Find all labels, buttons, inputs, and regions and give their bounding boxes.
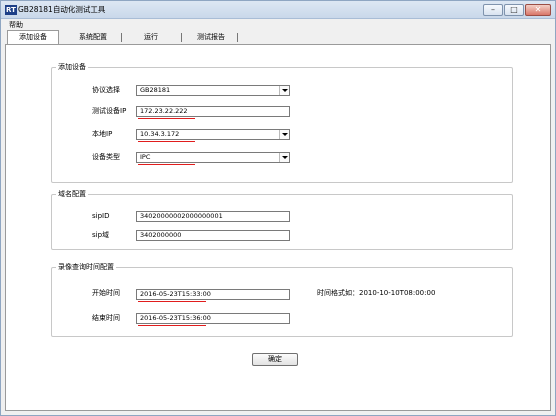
group-title: 录像查询时间配置 [56, 263, 116, 272]
sip-domain-label: sip域 [92, 231, 110, 239]
menu-bar: 帮助 [1, 19, 555, 31]
protocol-label: 协议选择 [92, 86, 120, 94]
tab-panel-add-device: 添加设备 协议选择 GB28181 测试设备IP 172.23.22.222 本… [5, 44, 551, 411]
highlight-underline [138, 141, 195, 142]
device-type-select[interactable]: IPC [136, 152, 290, 163]
title-bar[interactable]: RT GB28181自动化测试工具 – □ ✕ [1, 1, 555, 19]
start-time-input[interactable]: 2016-05-23T15:33:00 [136, 289, 290, 300]
highlight-underline [138, 164, 195, 165]
window-controls: – □ ✕ [482, 4, 551, 16]
tab-separator [181, 33, 182, 42]
app-window: RT GB28181自动化测试工具 – □ ✕ 帮助 添加设备 系统配置 运行 … [0, 0, 556, 416]
device-type-label: 设备类型 [92, 153, 120, 161]
device-type-value: IPC [140, 153, 151, 161]
group-record-query-time: 录像查询时间配置 开始时间 2016-05-23T15:33:00 时间格式如：… [51, 263, 513, 337]
confirm-button[interactable]: 确定 [252, 353, 298, 366]
menu-help[interactable]: 帮助 [9, 20, 23, 30]
close-button[interactable]: ✕ [525, 4, 551, 16]
local-ip-select[interactable]: 10.34.3.172 [136, 129, 290, 140]
group-domain-config: 域名配置 sipID 34020000002000000001 sip域 340… [51, 190, 513, 250]
protocol-select[interactable]: GB28181 [136, 85, 290, 96]
sip-domain-input[interactable]: 3402000000 [136, 230, 290, 241]
tab-separator [237, 33, 238, 42]
protocol-value: GB28181 [140, 86, 171, 94]
group-add-device: 添加设备 协议选择 GB28181 测试设备IP 172.23.22.222 本… [51, 63, 513, 183]
chevron-down-icon[interactable] [279, 130, 289, 139]
local-ip-value: 10.34.3.172 [140, 130, 180, 138]
test-device-ip-input[interactable]: 172.23.22.222 [136, 106, 290, 117]
tab-run[interactable]: 运行 [129, 31, 173, 44]
tab-add-device[interactable]: 添加设备 [7, 30, 59, 44]
chevron-down-icon[interactable] [279, 153, 289, 162]
tab-separator [121, 33, 122, 42]
chevron-down-icon[interactable] [279, 86, 289, 95]
tab-test-report[interactable]: 测试报告 [189, 31, 233, 44]
local-ip-label: 本地IP [92, 130, 113, 138]
highlight-underline [138, 325, 206, 326]
maximize-button[interactable]: □ [504, 4, 524, 16]
start-time-label: 开始时间 [92, 289, 120, 297]
sip-id-input[interactable]: 34020000002000000001 [136, 211, 290, 222]
group-title: 域名配置 [56, 190, 88, 199]
highlight-underline [138, 301, 206, 302]
tab-system-config[interactable]: 系统配置 [65, 31, 121, 44]
end-time-label: 结束时间 [92, 314, 120, 322]
minimize-button[interactable]: – [483, 4, 503, 16]
time-format-hint: 时间格式如：2010-10-10T08:00:00 [317, 289, 436, 297]
end-time-input[interactable]: 2016-05-23T15:36:00 [136, 313, 290, 324]
group-title: 添加设备 [56, 63, 88, 72]
test-device-ip-label: 测试设备IP [92, 107, 127, 115]
sip-id-label: sipID [92, 212, 110, 220]
highlight-underline [138, 118, 195, 119]
window-title: GB28181自动化测试工具 [18, 5, 106, 14]
app-logo-icon: RT [5, 5, 17, 15]
